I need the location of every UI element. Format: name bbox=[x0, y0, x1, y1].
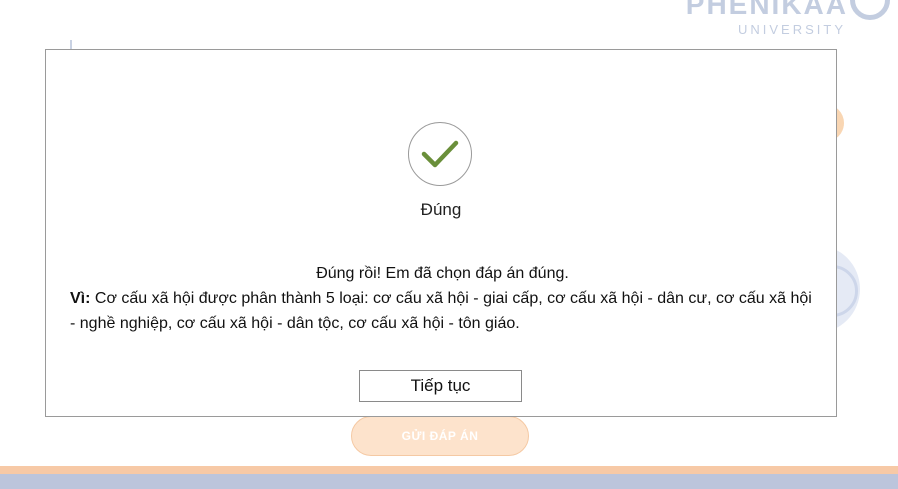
result-status-circle bbox=[408, 122, 472, 186]
submit-answer-button: GỬI ĐÁP ÁN bbox=[351, 416, 529, 456]
explanation: Vì: Cơ cấu xã hội được phân thành 5 loại… bbox=[70, 286, 815, 336]
explanation-label: Vì: bbox=[70, 290, 91, 307]
footer-stripe-orange bbox=[0, 466, 898, 474]
result-title: Đúng bbox=[420, 200, 462, 219]
result-dialog: Đúng Đúng rồi! Em đã chọn đáp án đúng. V… bbox=[45, 49, 837, 417]
footer-stripe-blue bbox=[0, 474, 898, 489]
result-message: Đúng rồi! Em đã chọn đáp án đúng. Vì: Cơ… bbox=[70, 261, 815, 336]
check-icon bbox=[421, 140, 459, 168]
continue-button[interactable]: Tiếp tục bbox=[359, 370, 522, 402]
result-message-line: Đúng rồi! Em đã chọn đáp án đúng. bbox=[316, 265, 569, 282]
explanation-text: Cơ cấu xã hội được phân thành 5 loại: cơ… bbox=[70, 290, 812, 332]
brand-ring-icon bbox=[850, 0, 890, 20]
brand-name: PHENIKAA bbox=[685, 0, 848, 20]
brand-logo: PHENIKAA bbox=[686, 0, 890, 20]
brand-subtitle: UNIVERSITY bbox=[737, 22, 846, 37]
